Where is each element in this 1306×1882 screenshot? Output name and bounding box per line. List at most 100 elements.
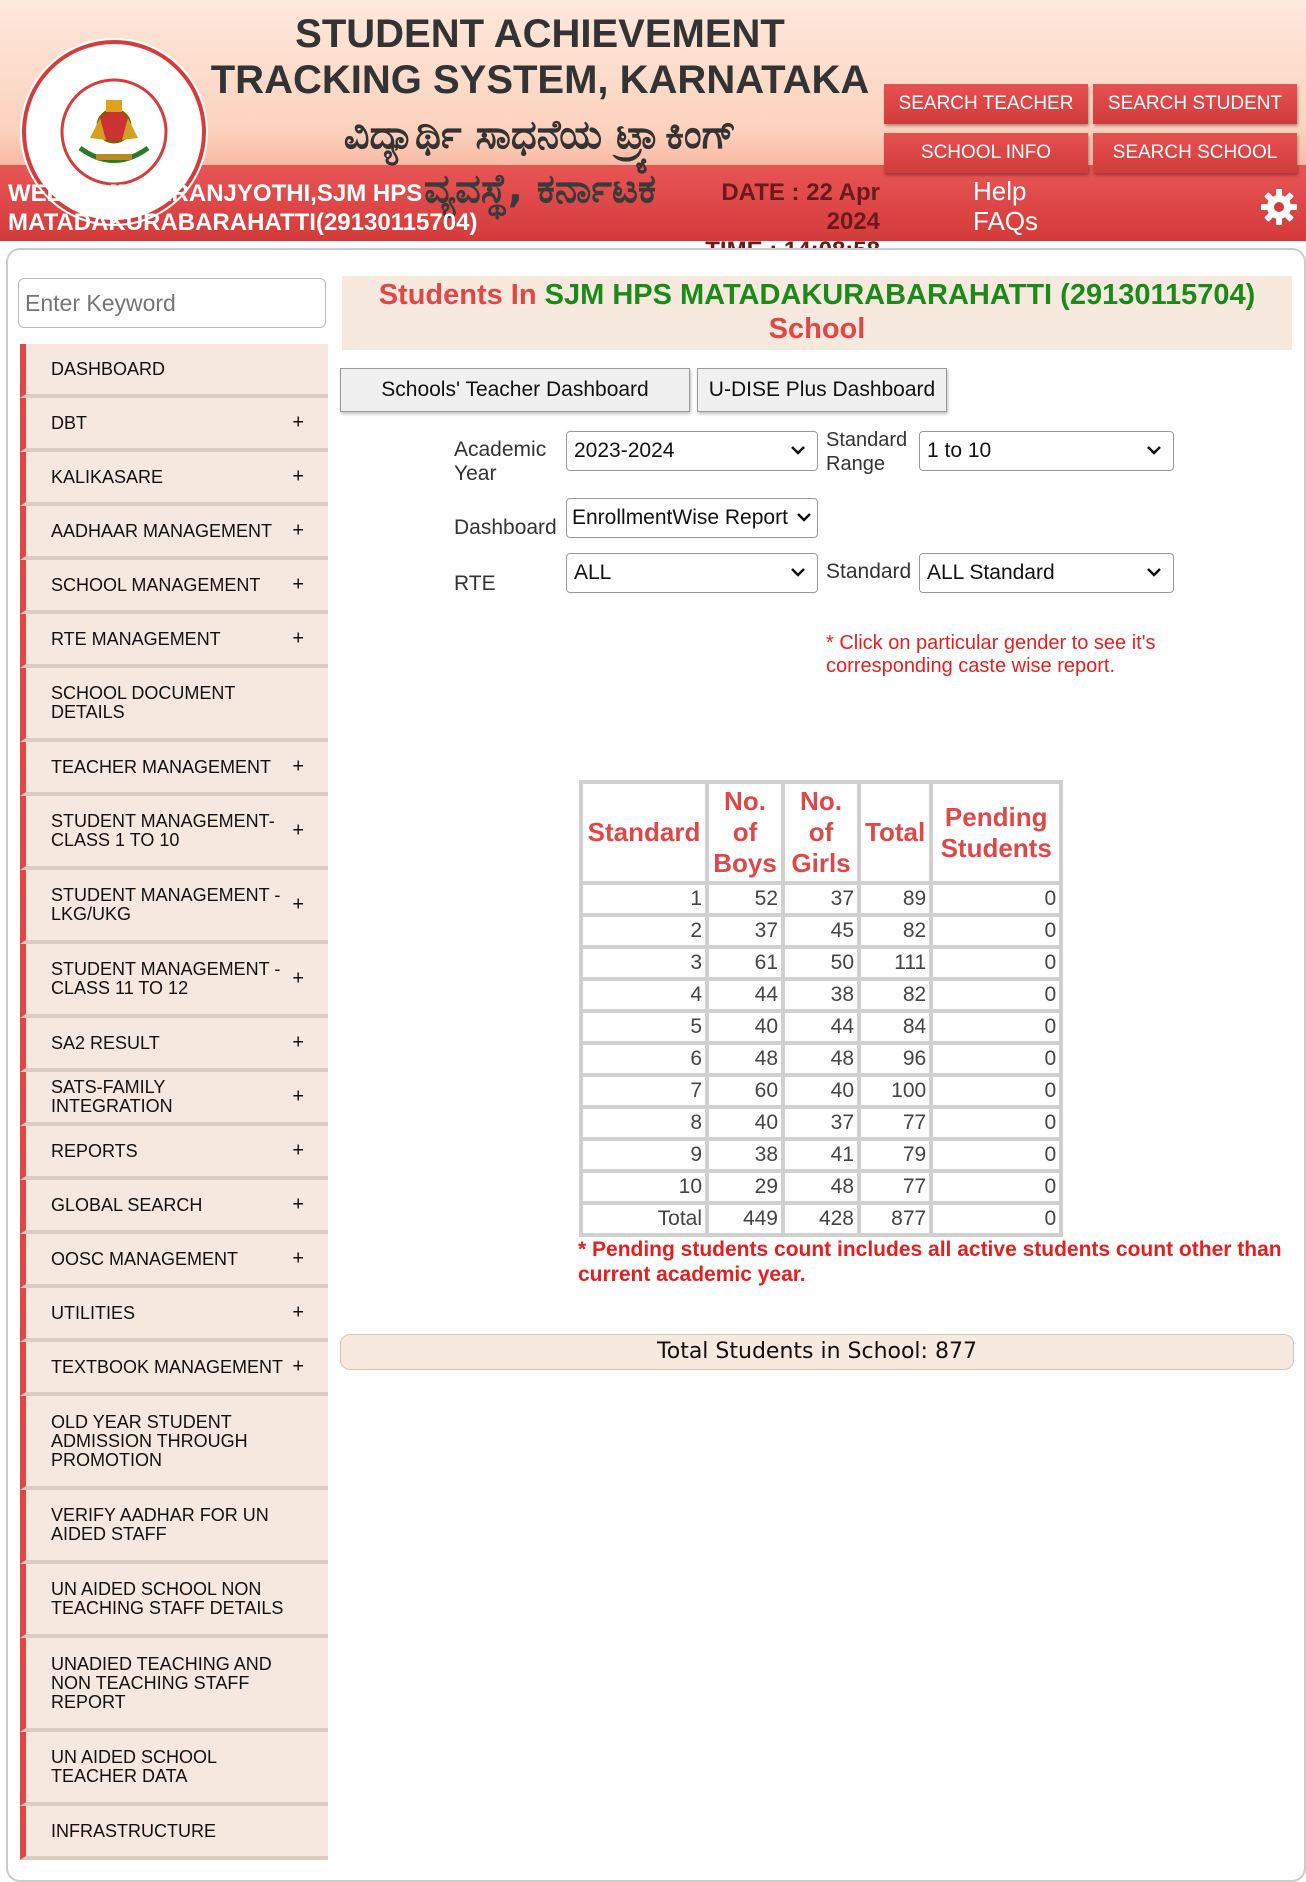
sidebar-item[interactable]: INFRASTRUCTURE — [20, 1806, 328, 1860]
expand-plus-icon[interactable]: + — [292, 1141, 304, 1161]
title-kannada-line1: ವಿದ್ಯಾರ್ಥಿ ಸಾಧನೆಯ ಟ್ರ್ಯಾಕಿಂಗ್ — [343, 112, 737, 158]
table-cell[interactable]: 38 — [707, 1139, 783, 1171]
standard-range-select[interactable]: 1 to 10 — [919, 431, 1174, 471]
table-cell[interactable]: 44 — [707, 979, 783, 1011]
expand-plus-icon[interactable]: + — [292, 1357, 304, 1377]
table-cell[interactable]: 428 — [783, 1203, 859, 1235]
search-student-button[interactable]: SEARCH STUDENT — [1093, 84, 1297, 124]
title-suffix: School — [768, 313, 866, 345]
table-cell[interactable]: 29 — [707, 1171, 783, 1203]
table-cell[interactable]: 50 — [783, 947, 859, 979]
expand-plus-icon[interactable]: + — [292, 1033, 304, 1053]
expand-plus-icon[interactable]: + — [292, 521, 304, 541]
table-cell: 0 — [931, 947, 1062, 979]
table-cell: 5 — [581, 1011, 707, 1043]
standard-range-label: Standard Range — [826, 429, 908, 475]
expand-plus-icon[interactable]: + — [292, 821, 304, 841]
sidebar-item[interactable]: OOSC MANAGEMENT + — [20, 1234, 328, 1288]
table-cell: 9 — [581, 1139, 707, 1171]
academic-year-select[interactable]: 2023-2024 — [566, 431, 818, 471]
expand-plus-icon[interactable]: + — [292, 895, 304, 915]
table-cell: 111 — [859, 947, 932, 979]
sidebar-item[interactable]: AADHAAR MANAGEMENT + — [20, 506, 328, 560]
expand-plus-icon[interactable]: + — [292, 969, 304, 989]
table-cell[interactable]: 37 — [783, 1107, 859, 1139]
keyword-search-input[interactable] — [18, 278, 326, 328]
table-cell[interactable]: 60 — [707, 1075, 783, 1107]
dashboard-select[interactable]: EnrollmentWise Report — [566, 498, 818, 538]
table-row: 4 44 38 82 0 — [581, 979, 1062, 1011]
table-cell: 0 — [931, 1043, 1062, 1075]
sidebar-item[interactable]: STUDENT MANAGEMENT-CLASS 1 TO 10 + — [20, 796, 328, 870]
standard-select[interactable]: ALL Standard — [919, 553, 1174, 593]
table-cell: 2 — [581, 915, 707, 947]
sidebar-item-label: STUDENT MANAGEMENT-CLASS 1 TO 10 — [51, 811, 275, 850]
sidebar-item[interactable]: SA2 RESULT + — [20, 1018, 328, 1072]
expand-plus-icon[interactable]: + — [292, 575, 304, 595]
settings-gear-icon[interactable] — [1259, 187, 1299, 227]
sidebar-item[interactable]: TEACHER MANAGEMENT + — [20, 742, 328, 796]
sidebar-item[interactable]: GLOBAL SEARCH + — [20, 1180, 328, 1234]
sidebar-item[interactable]: DASHBOARD — [20, 344, 328, 398]
table-cell[interactable]: 449 — [707, 1203, 783, 1235]
table-cell[interactable]: 38 — [783, 979, 859, 1011]
table-cell[interactable]: 45 — [783, 915, 859, 947]
expand-plus-icon[interactable]: + — [292, 1195, 304, 1215]
faqs-link[interactable]: FAQs — [973, 206, 1038, 236]
expand-plus-icon[interactable]: + — [292, 1087, 304, 1107]
udise-plus-dashboard-button[interactable]: U-DISE Plus Dashboard — [697, 368, 947, 412]
expand-plus-icon[interactable]: + — [292, 757, 304, 777]
sidebar-item[interactable]: REPORTS + — [20, 1126, 328, 1180]
academic-year-value: 2023-2024 — [574, 439, 675, 462]
school-info-button[interactable]: SCHOOL INFO — [884, 133, 1088, 173]
table-cell[interactable]: 44 — [783, 1011, 859, 1043]
table-cell[interactable]: 40 — [707, 1107, 783, 1139]
table-cell[interactable]: 48 — [783, 1043, 859, 1075]
table-row: 7 60 40 100 0 — [581, 1075, 1062, 1107]
sidebar-item[interactable]: OLD YEAR STUDENT ADMISSION THROUGH PROMO… — [20, 1396, 328, 1490]
table-cell[interactable]: 37 — [707, 915, 783, 947]
sidebar-item[interactable]: STUDENT MANAGEMENT - LKG/UKG + — [20, 870, 328, 944]
search-school-button[interactable]: SEARCH SCHOOL — [1093, 133, 1297, 173]
rte-select[interactable]: ALL — [566, 553, 818, 593]
sidebar-item[interactable]: STUDENT MANAGEMENT - CLASS 11 TO 12 + — [20, 944, 328, 1018]
expand-plus-icon[interactable]: + — [292, 1303, 304, 1323]
table-row: 6 48 48 96 0 — [581, 1043, 1062, 1075]
expand-plus-icon[interactable]: + — [292, 467, 304, 487]
search-teacher-button[interactable]: SEARCH TEACHER — [884, 84, 1088, 124]
sidebar-item-label: UTILITIES — [51, 1302, 136, 1323]
sidebar-item[interactable]: SATS-FAMILY INTEGRATION + — [20, 1072, 328, 1126]
table-cell: 0 — [931, 1203, 1062, 1235]
table-cell[interactable]: 40 — [707, 1011, 783, 1043]
sidebar-item[interactable]: VERIFY AADHAR FOR UN AIDED STAFF — [20, 1490, 328, 1564]
expand-plus-icon[interactable]: + — [292, 413, 304, 433]
sidebar-item[interactable]: DBT + — [20, 398, 328, 452]
expand-plus-icon[interactable]: + — [292, 629, 304, 649]
sidebar-item[interactable]: KALIKASARE + — [20, 452, 328, 506]
schools-teacher-dashboard-button[interactable]: Schools' Teacher Dashboard — [340, 368, 690, 412]
sidebar-item[interactable]: UTILITIES + — [20, 1288, 328, 1342]
table-cell[interactable]: 37 — [783, 883, 859, 915]
table-cell[interactable]: 61 — [707, 947, 783, 979]
sidebar-item-label: OLD YEAR STUDENT ADMISSION THROUGH PROMO… — [51, 1411, 248, 1470]
table-cell[interactable]: 41 — [783, 1139, 859, 1171]
table-cell: 0 — [931, 1171, 1062, 1203]
table-cell[interactable]: 40 — [783, 1075, 859, 1107]
table-cell[interactable]: 52 — [707, 883, 783, 915]
sidebar-item[interactable]: TEXTBOOK MANAGEMENT + — [20, 1342, 328, 1396]
help-link[interactable]: Help — [973, 176, 1038, 206]
table-cell[interactable]: 48 — [783, 1171, 859, 1203]
sidebar-item[interactable]: SCHOOL DOCUMENT DETAILS — [20, 668, 328, 742]
sidebar-item-label: GLOBAL SEARCH — [51, 1194, 203, 1215]
sidebar-item[interactable]: SCHOOL MANAGEMENT + — [20, 560, 328, 614]
header-boys: No. of Boys — [707, 782, 783, 883]
table-cell: 1 — [581, 883, 707, 915]
sidebar-item[interactable]: UN AIDED SCHOOL TEACHER DATA — [20, 1732, 328, 1806]
expand-plus-icon[interactable]: + — [292, 1249, 304, 1269]
sidebar-item[interactable]: UN AIDED SCHOOL NON TEACHING STAFF DETAI… — [20, 1564, 328, 1638]
table-row: 1 52 37 89 0 — [581, 883, 1062, 915]
header-girls: No. of Girls — [783, 782, 859, 883]
table-cell[interactable]: 48 — [707, 1043, 783, 1075]
sidebar-item[interactable]: RTE MANAGEMENT + — [20, 614, 328, 668]
sidebar-item[interactable]: UNADIED TEACHING AND NON TEACHING STAFF … — [20, 1638, 328, 1732]
